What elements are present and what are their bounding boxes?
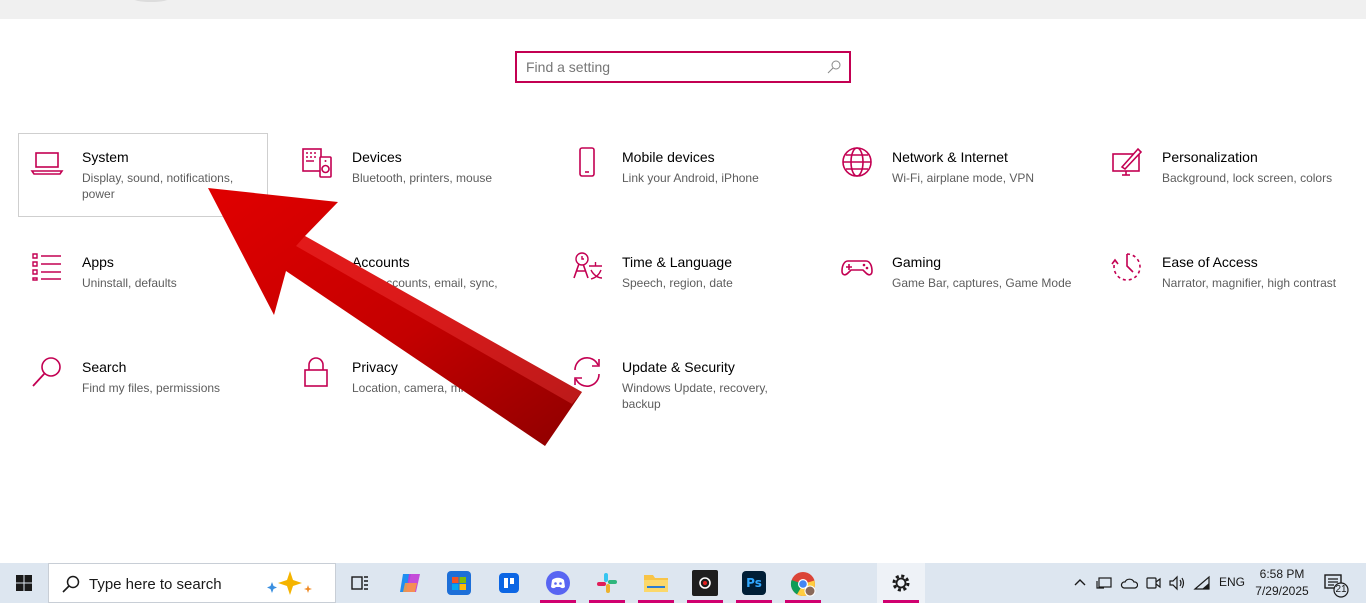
folder-icon (644, 575, 668, 592)
tile-personalization[interactable]: Personalization Background, lock screen,… (1098, 133, 1348, 217)
tile-title: Apps (82, 254, 114, 270)
taskbar-store[interactable] (437, 563, 481, 603)
taskbar-obs[interactable] (683, 563, 727, 603)
taskbar-file-explorer[interactable] (634, 563, 678, 603)
settings-window: System Display, sound, notifications, po… (0, 0, 1366, 603)
tile-title: Time & Language (622, 254, 732, 270)
tile-title: Accounts (352, 254, 410, 270)
clock[interactable]: 6:58 PM 7/29/2025 (1248, 566, 1316, 600)
trello-icon (499, 573, 519, 593)
laptop-icon (30, 145, 64, 179)
store-icon (447, 571, 471, 595)
tile-description: Location, camera, mi (352, 381, 464, 395)
tile-title: Search (82, 359, 127, 375)
find-setting-search[interactable] (515, 51, 851, 83)
clock-time: 6:58 PM (1259, 567, 1305, 581)
tile-system[interactable]: System Display, sound, notifications, po… (18, 133, 268, 217)
search-icon[interactable] (826, 59, 842, 75)
tile-description: Your accounts, email, sync, (352, 276, 498, 290)
time-language-icon (570, 250, 604, 284)
notification-center-button[interactable]: 21 (1322, 571, 1350, 599)
taskbar-trello[interactable] (487, 563, 531, 603)
search-icon (62, 575, 80, 593)
tile-search[interactable]: Search Find my files, permissions (18, 343, 268, 427)
clock-date: 7/29/2025 (1255, 584, 1309, 598)
tile-title: Network & Internet (892, 149, 1008, 165)
taskbar-chrome[interactable] (781, 563, 825, 603)
apps-list-icon (30, 250, 64, 284)
tile-description: Display, sound, notifications, power (82, 171, 234, 201)
paint-monitor-icon (1110, 145, 1144, 179)
taskbar-task-view[interactable] (338, 563, 382, 603)
chrome-icon (790, 572, 816, 597)
wifi-icon[interactable] (1193, 575, 1211, 591)
tile-title: System (82, 149, 129, 165)
tile-title: Ease of Access (1162, 254, 1258, 270)
search-input[interactable] (526, 57, 816, 77)
tile-description: Game Bar, captures, Game Mode (892, 276, 1072, 290)
tile-description: Find my files, permissions (82, 381, 221, 395)
keyboard-speaker-icon (300, 145, 334, 179)
tile-title: Update & Security (622, 359, 735, 375)
tile-apps[interactable]: Apps Uninstall, defaults (18, 238, 268, 322)
tile-mobile-devices[interactable]: Mobile devices Link your Android, iPhone (558, 133, 808, 217)
magnifier-icon (30, 355, 64, 389)
title-bar (0, 0, 1366, 19)
tile-description: Bluetooth, printers, mouse (352, 171, 493, 185)
tile-description: Background, lock screen, colors (1162, 171, 1333, 185)
tile-accounts[interactable]: Accounts Your accounts, email, sync, (288, 238, 538, 322)
tile-title: Devices (352, 149, 402, 165)
taskbar-copilot[interactable] (388, 563, 432, 603)
onedrive-cloud-icon[interactable] (1120, 576, 1138, 590)
globe-icon (840, 145, 874, 179)
photoshop-icon: Ps (742, 571, 766, 595)
volume-icon[interactable] (1168, 575, 1186, 591)
person-icon (300, 250, 334, 284)
tile-title: Privacy (352, 359, 398, 375)
device-icon[interactable] (1096, 575, 1114, 591)
tile-network-internet[interactable]: Network & Internet Wi-Fi, airplane mode,… (828, 133, 1078, 217)
taskbar-settings[interactable] (877, 563, 925, 603)
tile-description: Narrator, magnifier, high contrast (1162, 276, 1337, 290)
sparkle-icon (267, 571, 312, 595)
ease-of-access-icon (1110, 250, 1144, 284)
tile-update-security[interactable]: Update & Security Windows Update, recove… (558, 343, 808, 427)
taskbar-discord[interactable] (536, 563, 580, 603)
tile-title: Personalization (1162, 149, 1258, 165)
taskbar-search-text: Type here to search (89, 576, 222, 593)
taskbar-slack[interactable] (585, 563, 629, 603)
copilot-icon (400, 574, 420, 592)
meet-camera-icon[interactable] (1145, 575, 1161, 591)
phone-icon (570, 145, 604, 179)
tile-gaming[interactable]: Gaming Game Bar, captures, Game Mode (828, 238, 1078, 322)
taskbar-photoshop[interactable]: Ps (732, 563, 776, 603)
tile-privacy[interactable]: Privacy Location, camera, mi (288, 343, 538, 427)
tile-title: Gaming (892, 254, 942, 270)
tile-devices[interactable]: Devices Bluetooth, printers, mouse (288, 133, 538, 217)
tile-description: Wi-Fi, airplane mode, VPN (892, 171, 1035, 185)
lock-icon (300, 355, 334, 389)
obs-icon (692, 570, 718, 596)
language-indicator[interactable]: ENG (1219, 575, 1245, 591)
discord-icon (546, 571, 570, 595)
tile-title: Mobile devices (622, 149, 715, 165)
tile-description: Link your Android, iPhone (622, 171, 759, 185)
taskbar: Type here to search Ps ENG 6:58 PM 7/29/… (0, 563, 1366, 603)
slack-icon (597, 573, 617, 593)
gamepad-icon (840, 250, 874, 284)
gear-icon (892, 574, 910, 592)
show-hidden-icons-chevron-icon[interactable] (1072, 575, 1088, 591)
sync-arrows-icon (570, 355, 604, 389)
tile-description: Uninstall, defaults (82, 276, 177, 290)
tile-time-language[interactable]: Time & Language Speech, region, date (558, 238, 808, 322)
tile-description: Speech, region, date (622, 276, 733, 290)
task-view-icon (351, 576, 368, 590)
windows-logo-icon (16, 575, 32, 591)
tile-ease-of-access[interactable]: Ease of Access Narrator, magnifier, high… (1098, 238, 1348, 322)
notification-count: 21 (1335, 584, 1347, 595)
start-button[interactable] (0, 563, 48, 603)
tile-description: Windows Update, recovery, backup (622, 381, 768, 411)
